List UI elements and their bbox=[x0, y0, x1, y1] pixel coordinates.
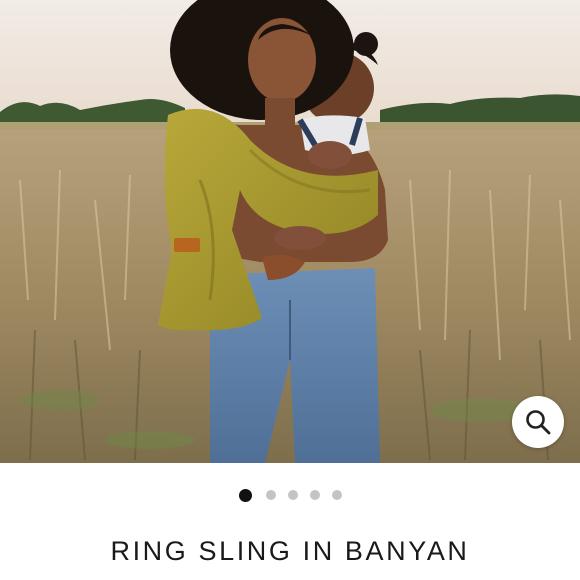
zoom-button[interactable] bbox=[512, 396, 564, 448]
gallery-dot-4[interactable] bbox=[309, 490, 320, 500]
gallery-dot-3[interactable] bbox=[287, 490, 298, 500]
product-title: RING SLING IN BANYAN bbox=[110, 536, 470, 566]
gallery-dot-1[interactable] bbox=[238, 488, 252, 502]
magnifier-icon bbox=[526, 410, 551, 435]
gallery-dot-5[interactable] bbox=[331, 490, 342, 500]
gallery-pagination bbox=[0, 487, 580, 503]
product-hero-image[interactable] bbox=[0, 0, 580, 463]
hero-photo bbox=[0, 0, 580, 463]
gallery-dot-2[interactable] bbox=[265, 490, 276, 500]
